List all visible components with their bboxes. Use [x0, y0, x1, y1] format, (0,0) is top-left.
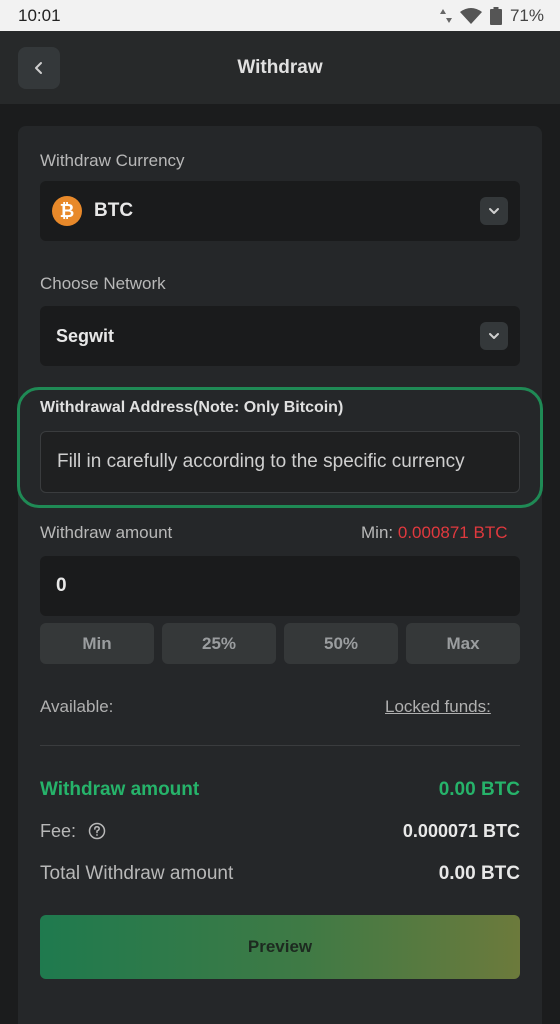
wifi-icon [459, 7, 482, 24]
amount-max-button[interactable]: Max [406, 623, 520, 664]
min-value: 0.000871 BTC [397, 523, 508, 542]
total-label: Total Withdraw amount [40, 863, 234, 884]
currency-dropdown-button[interactable] [480, 197, 508, 225]
address-label: Withdrawal Address(Note: Only Bitcoin) [40, 399, 344, 416]
fee-value: 0.000071 BTC [402, 821, 520, 841]
network-value: Segwit [56, 325, 115, 346]
preview-button[interactable]: Preview [40, 915, 520, 979]
back-button[interactable] [18, 47, 60, 89]
app-header: Withdraw [0, 31, 560, 104]
amount-50-button[interactable]: 50% [284, 623, 398, 664]
summary-withdraw-value: 0.00 BTC [438, 779, 520, 800]
fee-label: Fee: [40, 821, 77, 841]
amount-min-button[interactable]: Min [40, 623, 154, 664]
amount-label: Withdraw amount [40, 523, 173, 542]
bitcoin-icon: ₿ [52, 196, 82, 226]
battery-icon [489, 6, 502, 25]
network-select[interactable]: Segwit [40, 306, 520, 366]
help-icon[interactable] [88, 822, 106, 840]
min-label: Min: [361, 523, 394, 542]
currency-value: BTC [94, 200, 134, 221]
battery-percent: 71% [509, 5, 544, 25]
currency-select[interactable]: ₿ BTC [40, 181, 520, 241]
status-time: 10:01 [18, 5, 61, 25]
available-label: Available: [40, 697, 114, 716]
currency-label: Withdraw Currency [40, 151, 185, 170]
summary-withdraw-label: Withdraw amount [40, 779, 200, 800]
amount-input[interactable]: 0 [40, 556, 520, 616]
status-icons: 71% [439, 5, 544, 26]
chevron-down-icon [489, 333, 499, 339]
address-input[interactable]: Fill in carefully according to the speci… [40, 431, 520, 493]
status-bar: 10:01 71% [0, 0, 560, 31]
page-title: Withdraw [237, 56, 323, 78]
network-dropdown-button[interactable] [480, 322, 508, 350]
data-arrows-icon [439, 8, 452, 23]
divider [40, 745, 520, 746]
network-label: Choose Network [40, 274, 166, 293]
amount-25-button[interactable]: 25% [162, 623, 276, 664]
min-amount: Min: 0.000871 BTC [361, 523, 508, 543]
locked-funds-link[interactable]: Locked funds: [385, 697, 491, 717]
chevron-left-icon [35, 62, 42, 74]
chevron-down-icon [489, 208, 499, 214]
total-value: 0.00 BTC [438, 863, 520, 884]
